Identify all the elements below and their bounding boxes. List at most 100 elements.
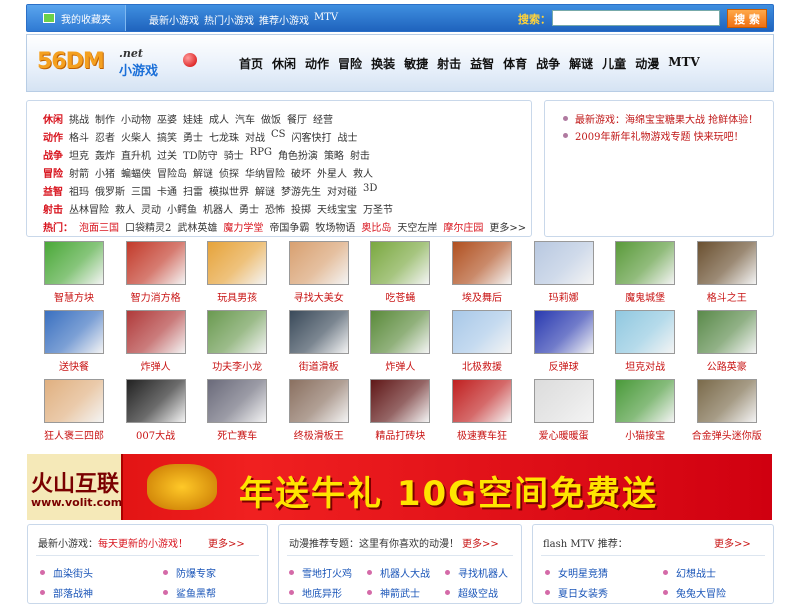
- category-link[interactable]: 解谜: [193, 165, 213, 180]
- category-link[interactable]: 火柴人: [121, 129, 151, 144]
- category-link[interactable]: 坦克: [69, 147, 89, 162]
- category-link[interactable]: 3D: [363, 183, 377, 198]
- game-thumbnail[interactable]: [207, 379, 268, 423]
- game-name[interactable]: 极速赛车狂: [441, 427, 523, 442]
- nav-item[interactable]: 益智: [470, 55, 494, 72]
- game-tile[interactable]: 玛莉娜: [523, 241, 605, 307]
- category-link[interactable]: 投掷: [291, 201, 311, 216]
- game-thumbnail[interactable]: [207, 241, 268, 285]
- game-name[interactable]: 寻找大美女: [278, 289, 360, 304]
- top-link-hot[interactable]: 热门小游戏: [204, 12, 254, 27]
- game-tile[interactable]: 狂人褒三四郎: [33, 379, 115, 445]
- game-tile[interactable]: 寻找大美女: [278, 241, 360, 307]
- game-thumbnail[interactable]: [44, 310, 104, 354]
- game-name[interactable]: 精品打砖块: [359, 427, 441, 442]
- category-link[interactable]: 射击: [350, 147, 370, 162]
- game-thumbnail[interactable]: [288, 379, 349, 423]
- list-item[interactable]: 部落战神: [40, 585, 93, 600]
- list-item[interactable]: 超级空战: [445, 585, 498, 600]
- game-thumbnail[interactable]: [452, 310, 512, 354]
- game-thumbnail[interactable]: [207, 310, 268, 354]
- game-tile[interactable]: 功夫李小龙: [196, 310, 278, 376]
- category-link[interactable]: CS: [271, 129, 286, 144]
- game-thumbnail[interactable]: [696, 310, 757, 354]
- category-link[interactable]: 角色扮演: [278, 147, 318, 162]
- category-link[interactable]: 过关: [157, 147, 177, 162]
- category-head[interactable]: 射击: [43, 201, 63, 216]
- game-tile[interactable]: 街道滑板: [278, 310, 360, 376]
- category-link[interactable]: 对战: [245, 129, 265, 144]
- category-link[interactable]: 侦探: [219, 165, 239, 180]
- game-name[interactable]: 死亡赛车: [196, 427, 278, 442]
- category-link[interactable]: TD防守: [183, 147, 218, 162]
- nav-item[interactable]: 动作: [305, 55, 329, 72]
- category-link[interactable]: 卡通: [157, 183, 177, 198]
- category-link[interactable]: 骑士: [224, 147, 244, 162]
- game-thumbnail[interactable]: [452, 379, 512, 423]
- category-link[interactable]: 灵动: [141, 201, 161, 216]
- list-item[interactable]: 机器人大战: [367, 565, 430, 580]
- game-tile[interactable]: 合金弹头迷你版: [686, 379, 768, 445]
- list-item[interactable]: 幻想战士: [663, 565, 716, 580]
- list-item[interactable]: 地底异形: [289, 585, 342, 600]
- hot-link[interactable]: 魔力学堂: [223, 219, 263, 234]
- category-link[interactable]: 扫雷: [183, 183, 203, 198]
- hot-link[interactable]: 更多>>: [489, 219, 526, 234]
- search-button[interactable]: 搜 索: [727, 9, 767, 28]
- game-tile[interactable]: 玩具男孩: [196, 241, 278, 307]
- hot-link[interactable]: 牧场物语: [315, 219, 355, 234]
- game-thumbnail[interactable]: [370, 310, 431, 354]
- category-head[interactable]: 动作: [43, 129, 63, 144]
- game-thumbnail[interactable]: [452, 241, 512, 285]
- hot-link[interactable]: 武林英雄: [177, 219, 217, 234]
- list-item[interactable]: 兔兔大冒险: [663, 585, 726, 600]
- game-name[interactable]: 吃苍蝇: [359, 289, 441, 304]
- game-name[interactable]: 格斗之王: [686, 289, 768, 304]
- game-tile[interactable]: 埃及舞后: [441, 241, 523, 307]
- game-thumbnail[interactable]: [533, 310, 594, 354]
- hot-link[interactable]: 摩尔庄园: [443, 219, 483, 234]
- category-link[interactable]: 华纳冒险: [245, 165, 285, 180]
- category-link[interactable]: 挑战: [69, 111, 89, 126]
- list-item[interactable]: 女明星竞猜: [545, 565, 608, 580]
- game-name[interactable]: 爱心暖暖蛋: [523, 427, 605, 442]
- list-item[interactable]: 寻找机器人: [445, 565, 508, 580]
- game-thumbnail[interactable]: [125, 241, 186, 285]
- game-name[interactable]: 终极滑板王: [278, 427, 360, 442]
- category-link[interactable]: 勇士: [239, 201, 259, 216]
- category-link[interactable]: 忍者: [95, 129, 115, 144]
- list-item[interactable]: 鲨鱼黑帮: [163, 585, 216, 600]
- category-link[interactable]: 俄罗斯: [95, 183, 125, 198]
- hot-link[interactable]: 帝国争霸: [269, 219, 309, 234]
- category-link[interactable]: 解谜: [255, 183, 275, 198]
- category-link[interactable]: 万圣节: [363, 201, 393, 216]
- game-thumbnail[interactable]: [615, 310, 676, 354]
- category-link[interactable]: 模拟世界: [209, 183, 249, 198]
- category-link[interactable]: 娃娃: [183, 111, 203, 126]
- game-name[interactable]: 炸弹人: [115, 358, 197, 373]
- category-link[interactable]: 直升机: [121, 147, 151, 162]
- game-name[interactable]: 玩具男孩: [196, 289, 278, 304]
- category-link[interactable]: 策略: [324, 147, 344, 162]
- game-name[interactable]: 智慧方块: [33, 289, 115, 304]
- game-thumbnail[interactable]: [533, 379, 594, 423]
- game-name[interactable]: 埃及舞后: [441, 289, 523, 304]
- nav-item[interactable]: 解谜: [569, 55, 593, 72]
- game-tile[interactable]: 坦克对战: [604, 310, 686, 376]
- category-link[interactable]: 小动物: [121, 111, 151, 126]
- category-head[interactable]: 休闲: [43, 111, 63, 126]
- hot-link[interactable]: 奥比岛: [361, 219, 391, 234]
- game-tile[interactable]: 智力消方格: [115, 241, 197, 307]
- game-thumbnail[interactable]: [615, 379, 676, 423]
- category-link[interactable]: 汽车: [235, 111, 255, 126]
- hot-link[interactable]: 口袋精灵2: [125, 219, 171, 234]
- nav-item[interactable]: 敏捷: [404, 55, 428, 72]
- list-item[interactable]: 夏日女装秀: [545, 585, 608, 600]
- game-name[interactable]: 送快餐: [33, 358, 115, 373]
- category-link[interactable]: 丛林冒险: [69, 201, 109, 216]
- category-link[interactable]: 三国: [131, 183, 151, 198]
- game-thumbnail[interactable]: [615, 241, 676, 285]
- nav-item[interactable]: 动漫: [635, 55, 659, 72]
- site-logo[interactable]: 56DM: [37, 49, 105, 74]
- game-tile[interactable]: 极速赛车狂: [441, 379, 523, 445]
